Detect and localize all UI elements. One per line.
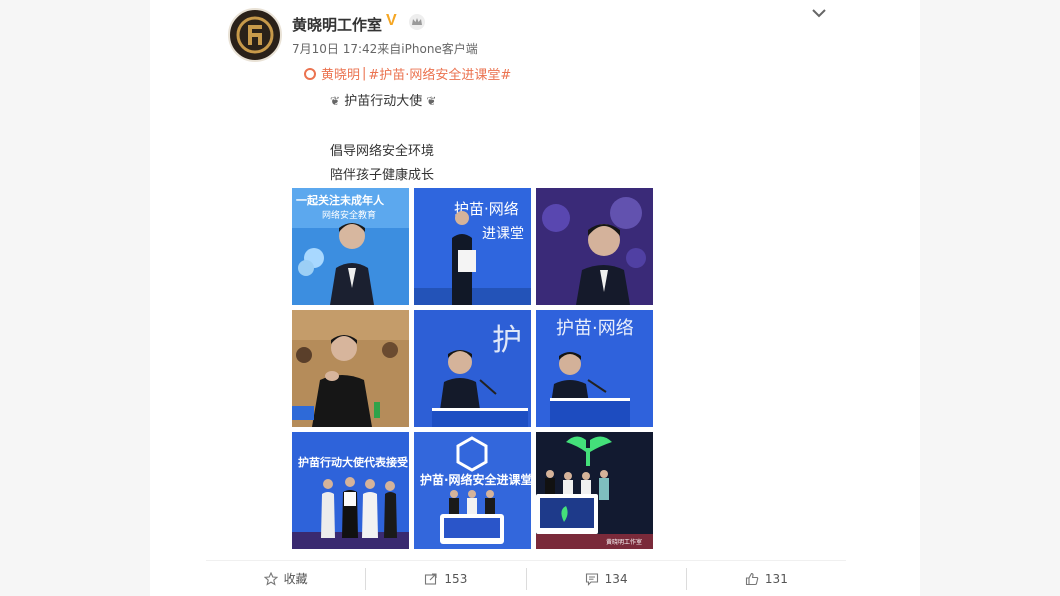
photo-2[interactable]: 护苗·网络 进课堂	[414, 188, 531, 305]
photo-7-title: 护苗行动大使代表接受	[298, 455, 408, 469]
post-tagline: 黄晓明 | #护苗·网络安全进课堂#	[304, 64, 511, 83]
crown-icon[interactable]	[408, 13, 426, 31]
topic-link[interactable]: #护苗·网络安全进课堂#	[368, 64, 511, 83]
favorite-button[interactable]: 收藏	[206, 567, 365, 591]
photo-5-title: 护	[492, 323, 522, 358]
location-icon	[304, 67, 316, 80]
like-button[interactable]: 131	[687, 567, 846, 591]
photo-8[interactable]: 护苗·网络安全进课堂	[414, 432, 531, 549]
author-name[interactable]: 黄晓明工作室	[292, 14, 382, 35]
weibo-post-card: 黄晓明工作室 V 7月10日 17:42来自iPhone客户端 黄晓明 | #护…	[206, 0, 846, 596]
post-meta: 7月10日 17:42来自iPhone客户端	[292, 42, 478, 56]
tag-separator: |	[362, 66, 367, 81]
like-icon	[745, 572, 759, 585]
post-line-ambassador-text: 护苗行动大使	[344, 94, 423, 109]
comment-count: 134	[604, 571, 628, 586]
photo-grid: 一起关注未成年人 网络安全教育 护苗·网络 进课堂 护 护苗·网络 护苗行动大使…	[292, 188, 654, 549]
sprout-icon: ❦	[330, 94, 341, 108]
comment-button[interactable]: 134	[527, 567, 686, 591]
photo-6[interactable]: 护苗·网络	[536, 310, 653, 427]
photo-1-subline: 网络安全教育	[322, 209, 376, 221]
photo-6-title: 护苗·网络	[556, 318, 634, 339]
page-background-left	[0, 0, 150, 596]
photo-2-subtitle: 进课堂	[482, 226, 524, 242]
photo-1-headline: 一起关注未成年人	[296, 193, 385, 207]
photo-4[interactable]	[292, 310, 409, 427]
photo-9[interactable]: 黄晓明工作室	[536, 432, 653, 549]
avatar[interactable]	[228, 8, 282, 62]
like-count: 131	[764, 571, 788, 586]
photo-1[interactable]: 一起关注未成年人 网络安全教育	[292, 188, 409, 305]
sprout-icon: ❦	[426, 94, 437, 108]
page-background-right	[920, 0, 1060, 596]
repost-button[interactable]: 153	[366, 567, 525, 591]
photo-9-caption: 黄晓明工作室	[606, 538, 642, 546]
photo-8-title: 护苗·网络安全进课堂	[420, 472, 531, 487]
mention-link[interactable]: 黄晓明	[321, 64, 360, 83]
studio-logo-icon	[236, 16, 274, 54]
post-line-2: 倡导网络安全环境	[330, 144, 435, 159]
favorite-label: 收藏	[283, 572, 308, 586]
comment-icon	[585, 572, 598, 586]
photo-5[interactable]: 护	[414, 310, 531, 427]
verified-badge-icon: V	[386, 12, 397, 29]
chevron-down-icon[interactable]	[810, 6, 828, 20]
post-line-3: 陪伴孩子健康成长	[330, 168, 435, 183]
post-line-ambassador: ❦ 护苗行动大使 ❦	[330, 90, 436, 109]
repost-count: 153	[444, 571, 468, 586]
star-icon	[263, 571, 278, 586]
repost-icon	[425, 572, 437, 585]
photo-7[interactable]: 护苗行动大使代表接受	[292, 432, 409, 549]
photo-3[interactable]	[536, 188, 653, 305]
post-action-bar: 收藏 153 134 131	[206, 560, 846, 596]
